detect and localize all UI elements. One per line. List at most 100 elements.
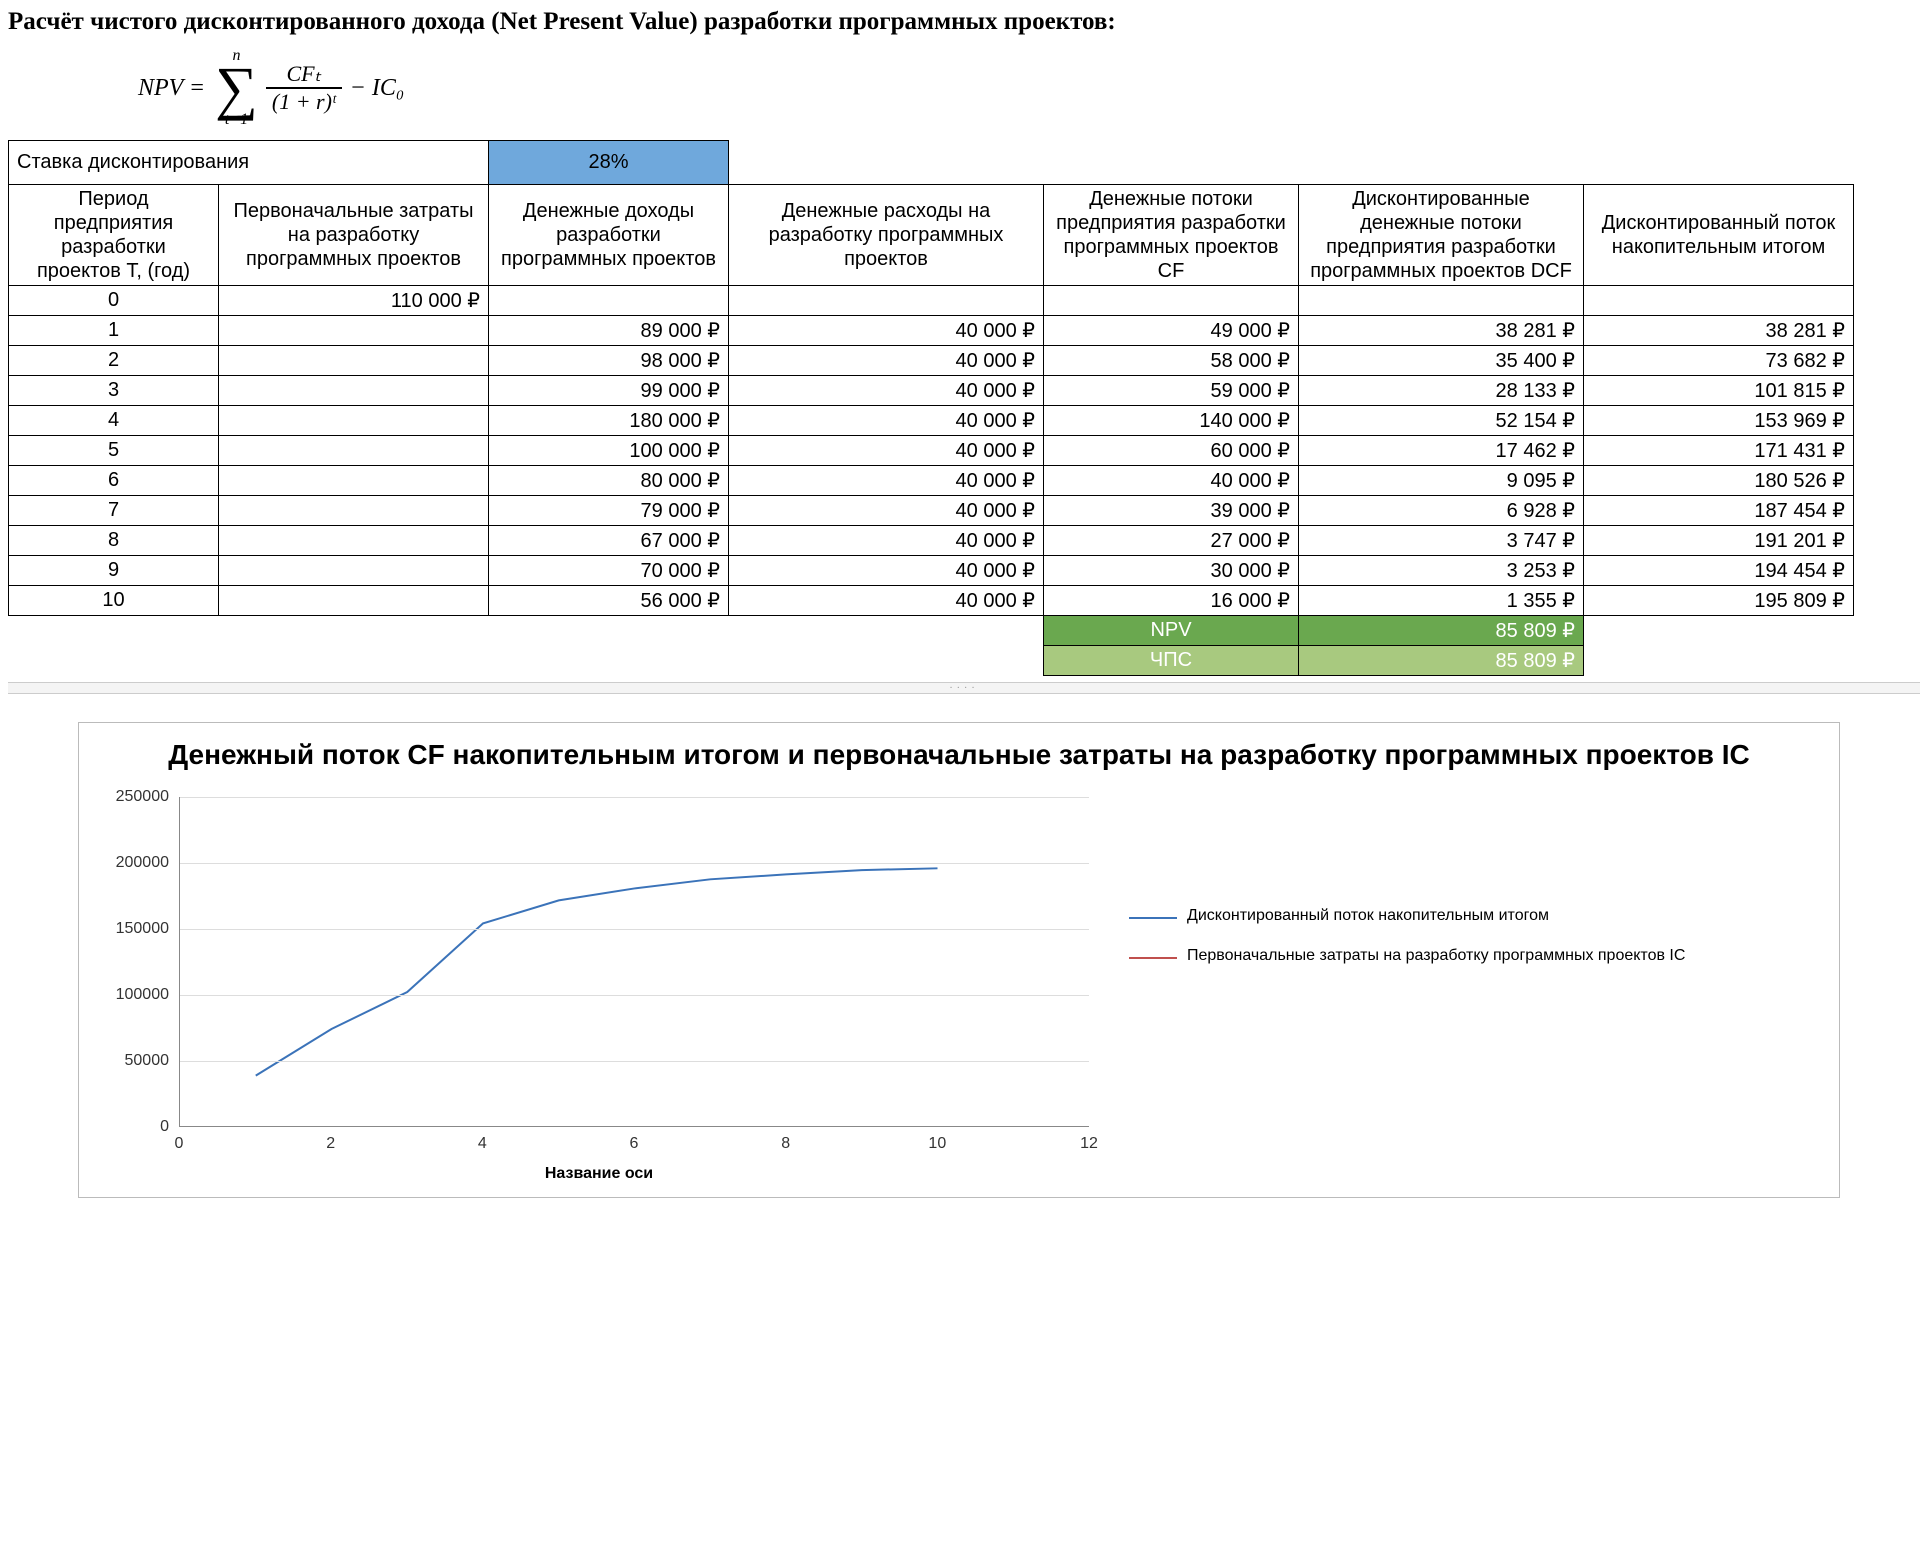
col-expense: Денежные расходы на разработку программн… <box>729 185 1044 286</box>
table-row[interactable]: 2 98 000 ₽40 000 ₽58 000 ₽35 400 ₽73 682 … <box>9 346 1854 376</box>
cell[interactable] <box>489 286 729 316</box>
split-handle[interactable]: ···· <box>8 682 1920 694</box>
cell[interactable]: 58 000 ₽ <box>1044 346 1299 376</box>
cell[interactable]: 195 809 ₽ <box>1584 586 1854 616</box>
npv-label: NPV <box>1044 616 1299 646</box>
cell[interactable]: 40 000 ₽ <box>729 316 1044 346</box>
cell[interactable]: 140 000 ₽ <box>1044 406 1299 436</box>
cell[interactable]: 27 000 ₽ <box>1044 526 1299 556</box>
cell[interactable]: 39 000 ₽ <box>1044 496 1299 526</box>
cell[interactable]: 153 969 ₽ <box>1584 406 1854 436</box>
cell[interactable]: 28 133 ₽ <box>1299 376 1584 406</box>
cell[interactable]: 89 000 ₽ <box>489 316 729 346</box>
x-axis-title: Название оси <box>99 1165 1099 1183</box>
cell[interactable]: 79 000 ₽ <box>489 496 729 526</box>
cell[interactable] <box>219 556 489 586</box>
cell[interactable]: 35 400 ₽ <box>1299 346 1584 376</box>
cell[interactable]: 40 000 ₽ <box>729 466 1044 496</box>
table-row[interactable]: 8 67 000 ₽40 000 ₽27 000 ₽3 747 ₽191 201 … <box>9 526 1854 556</box>
npv-table: Ставка дисконтирования 28% Период предпр… <box>8 140 1854 676</box>
table-row[interactable]: 0110 000 ₽ <box>9 286 1854 316</box>
table-row[interactable]: 7 79 000 ₽40 000 ₽39 000 ₽6 928 ₽187 454 … <box>9 496 1854 526</box>
cell[interactable]: 40 000 ₽ <box>729 526 1044 556</box>
cell[interactable]: 70 000 ₽ <box>489 556 729 586</box>
cell[interactable]: 67 000 ₽ <box>489 526 729 556</box>
cell[interactable]: 40 000 ₽ <box>729 406 1044 436</box>
cell[interactable]: 16 000 ₽ <box>1044 586 1299 616</box>
cell[interactable] <box>219 406 489 436</box>
cell[interactable]: 59 000 ₽ <box>1044 376 1299 406</box>
cell[interactable]: 8 <box>9 526 219 556</box>
cell[interactable] <box>1044 286 1299 316</box>
cell[interactable]: 10 <box>9 586 219 616</box>
cell[interactable]: 3 747 ₽ <box>1299 526 1584 556</box>
cell[interactable]: 9 <box>9 556 219 586</box>
cell[interactable]: 9 095 ₽ <box>1299 466 1584 496</box>
cell[interactable]: 171 431 ₽ <box>1584 436 1854 466</box>
table-row[interactable]: 10 56 000 ₽40 000 ₽16 000 ₽1 355 ₽195 809… <box>9 586 1854 616</box>
cell[interactable]: 17 462 ₽ <box>1299 436 1584 466</box>
discount-rate-value[interactable]: 28% <box>489 141 729 185</box>
cell[interactable]: 6 928 ₽ <box>1299 496 1584 526</box>
cell[interactable]: 6 <box>9 466 219 496</box>
cell[interactable]: 1 <box>9 316 219 346</box>
cell[interactable]: 191 201 ₽ <box>1584 526 1854 556</box>
cell[interactable]: 187 454 ₽ <box>1584 496 1854 526</box>
cell[interactable]: 60 000 ₽ <box>1044 436 1299 466</box>
table-row[interactable]: 9 70 000 ₽40 000 ₽30 000 ₽3 253 ₽194 454 … <box>9 556 1854 586</box>
cell[interactable]: 30 000 ₽ <box>1044 556 1299 586</box>
page-title: Расчёт чистого дисконтированного дохода … <box>8 8 1920 36</box>
cell[interactable]: 40 000 ₽ <box>729 376 1044 406</box>
cell[interactable]: 1 355 ₽ <box>1299 586 1584 616</box>
cell[interactable]: 38 281 ₽ <box>1584 316 1854 346</box>
cell[interactable] <box>219 346 489 376</box>
table-row[interactable]: 4 180 000 ₽40 000 ₽140 000 ₽52 154 ₽153 9… <box>9 406 1854 436</box>
legend-item-1: Дисконтированный поток накопительным ито… <box>1129 907 1685 925</box>
cell[interactable] <box>219 436 489 466</box>
cell[interactable] <box>1299 286 1584 316</box>
cell[interactable]: 80 000 ₽ <box>489 466 729 496</box>
cell[interactable]: 40 000 ₽ <box>729 346 1044 376</box>
cell[interactable]: 180 000 ₽ <box>489 406 729 436</box>
table-row[interactable]: 5 100 000 ₽40 000 ₽60 000 ₽17 462 ₽171 43… <box>9 436 1854 466</box>
cell[interactable]: 110 000 ₽ <box>219 286 489 316</box>
cell[interactable] <box>219 376 489 406</box>
cell[interactable]: 3 253 ₽ <box>1299 556 1584 586</box>
cell[interactable] <box>1584 286 1854 316</box>
cell[interactable]: 40 000 ₽ <box>729 496 1044 526</box>
cell[interactable] <box>219 526 489 556</box>
x-tick-label: 6 <box>630 1135 639 1153</box>
cell[interactable]: 101 815 ₽ <box>1584 376 1854 406</box>
cell[interactable]: 180 526 ₽ <box>1584 466 1854 496</box>
cell[interactable]: 4 <box>9 406 219 436</box>
cell[interactable]: 7 <box>9 496 219 526</box>
cell[interactable] <box>219 316 489 346</box>
cell[interactable]: 40 000 ₽ <box>729 586 1044 616</box>
cell[interactable]: 49 000 ₽ <box>1044 316 1299 346</box>
cell[interactable]: 99 000 ₽ <box>489 376 729 406</box>
y-tick-label: 200000 <box>99 854 169 872</box>
cell[interactable]: 73 682 ₽ <box>1584 346 1854 376</box>
cell[interactable]: 40 000 ₽ <box>729 556 1044 586</box>
cell[interactable]: 52 154 ₽ <box>1299 406 1584 436</box>
cell[interactable]: 0 <box>9 286 219 316</box>
table-row[interactable]: 680 000 ₽40 000 ₽40 000 ₽9 095 ₽180 526 … <box>9 466 1854 496</box>
cell[interactable]: 38 281 ₽ <box>1299 316 1584 346</box>
col-dcf: Дисконтированные денежные потоки предпри… <box>1299 185 1584 286</box>
cell[interactable]: 100 000 ₽ <box>489 436 729 466</box>
cell[interactable]: 56 000 ₽ <box>489 586 729 616</box>
cell[interactable]: 194 454 ₽ <box>1584 556 1854 586</box>
cell[interactable]: 2 <box>9 346 219 376</box>
cell[interactable]: 98 000 ₽ <box>489 346 729 376</box>
table-row[interactable]: 189 000 ₽40 000 ₽49 000 ₽38 281 ₽38 281 … <box>9 316 1854 346</box>
cell[interactable] <box>219 586 489 616</box>
cell[interactable]: 3 <box>9 376 219 406</box>
cell[interactable]: 5 <box>9 436 219 466</box>
chart-container: Денежный поток CF накопительным итогом и… <box>78 722 1840 1198</box>
cell[interactable] <box>219 496 489 526</box>
cell[interactable]: 40 000 ₽ <box>1044 466 1299 496</box>
cell[interactable]: 40 000 ₽ <box>729 436 1044 466</box>
cell[interactable] <box>729 286 1044 316</box>
table-row[interactable]: 3 99 000 ₽40 000 ₽59 000 ₽28 133 ₽101 815… <box>9 376 1854 406</box>
cell[interactable] <box>219 466 489 496</box>
